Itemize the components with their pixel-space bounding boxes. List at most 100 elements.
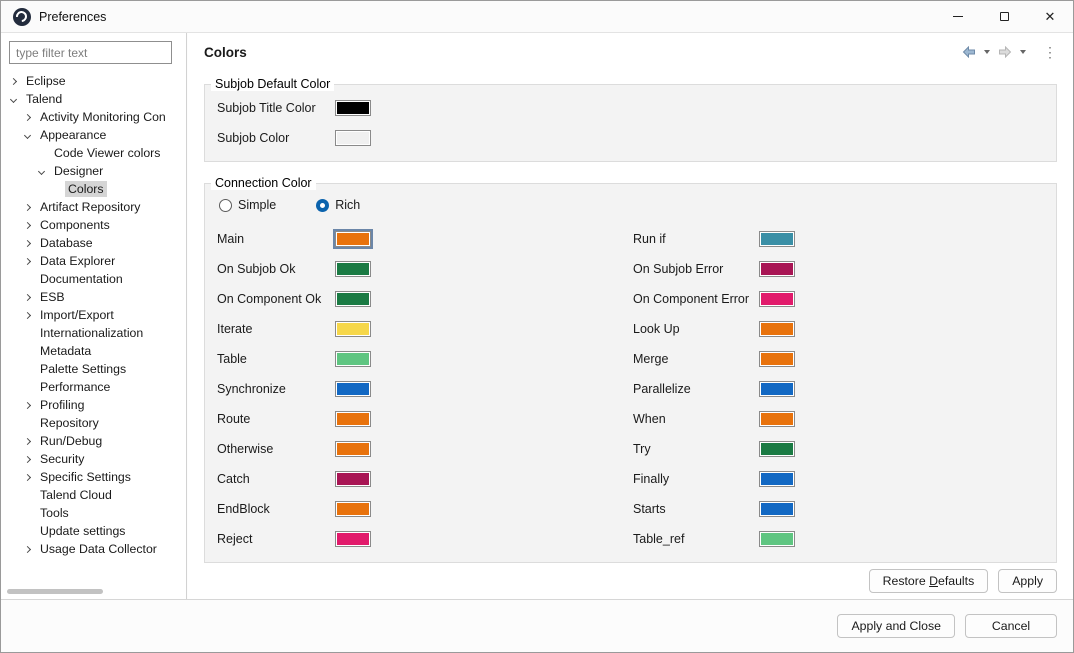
tree-item[interactable]: Profiling bbox=[1, 396, 186, 414]
tree-item[interactable]: Designer bbox=[1, 162, 186, 180]
tree-chevron-icon[interactable] bbox=[23, 293, 32, 301]
tree-item[interactable]: Code Viewer colors bbox=[1, 144, 186, 162]
tree-chevron-icon[interactable] bbox=[23, 455, 32, 463]
tree-item-label: Performance bbox=[40, 380, 111, 394]
color-swatch-button[interactable] bbox=[335, 261, 371, 277]
close-button[interactable]: ✕ bbox=[1027, 1, 1073, 32]
tree-item[interactable]: Palette Settings bbox=[1, 360, 186, 378]
color-swatch-button[interactable] bbox=[759, 501, 795, 517]
tree-item[interactable]: Appearance bbox=[1, 126, 186, 144]
tree-item[interactable]: Colors bbox=[1, 180, 186, 198]
tree-item[interactable]: ESB bbox=[1, 288, 186, 306]
tree-item[interactable]: Security bbox=[1, 450, 186, 468]
color-swatch-button[interactable] bbox=[759, 381, 795, 397]
subjob-rows: Subjob Title Color Subjob Color bbox=[205, 93, 1056, 153]
tree-item[interactable]: Run/Debug bbox=[1, 432, 186, 450]
color-swatch-button[interactable] bbox=[335, 411, 371, 427]
tree-item[interactable]: Data Explorer bbox=[1, 252, 186, 270]
tree-item[interactable]: Performance bbox=[1, 378, 186, 396]
color-swatch-button[interactable] bbox=[759, 471, 795, 487]
color-swatch-button[interactable] bbox=[759, 411, 795, 427]
tree-item[interactable]: Update settings bbox=[1, 522, 186, 540]
color-swatch-button[interactable] bbox=[335, 291, 371, 307]
tree-horizontal-scrollbar[interactable] bbox=[7, 588, 178, 596]
tree-item[interactable]: Components bbox=[1, 216, 186, 234]
color-setting-row: Table_ref bbox=[633, 524, 795, 554]
cancel-button[interactable]: Cancel bbox=[965, 614, 1057, 638]
color-setting-row: On Subjob Ok bbox=[217, 254, 371, 284]
restore-defaults-button[interactable]: Restore Defaults bbox=[868, 569, 989, 593]
tree-chevron-icon[interactable] bbox=[23, 401, 32, 409]
tree-chevron-icon[interactable] bbox=[23, 113, 32, 121]
connection-color-columns: Main On Subjob Ok On Component Ok Iterat… bbox=[205, 218, 1056, 554]
view-menu-icon[interactable]: ⋮ bbox=[1043, 45, 1057, 59]
tree-chevron-icon[interactable] bbox=[37, 167, 46, 175]
tree-item[interactable]: Internationalization bbox=[1, 324, 186, 342]
color-swatch-button[interactable] bbox=[335, 100, 371, 116]
tree-item[interactable]: Import/Export bbox=[1, 306, 186, 324]
tree-chevron-icon[interactable] bbox=[23, 221, 32, 229]
color-swatch-button[interactable] bbox=[335, 471, 371, 487]
tree-chevron-icon[interactable] bbox=[23, 437, 32, 445]
apply-button[interactable]: Apply bbox=[998, 569, 1057, 593]
tree-chevron-icon[interactable] bbox=[23, 545, 32, 553]
tree-chevron-icon[interactable] bbox=[23, 131, 32, 139]
color-setting-label: Otherwise bbox=[217, 442, 274, 456]
color-swatch-button[interactable] bbox=[335, 351, 371, 367]
color-swatch-button[interactable] bbox=[335, 501, 371, 517]
tree-chevron-icon[interactable] bbox=[23, 203, 32, 211]
maximize-button[interactable] bbox=[981, 1, 1027, 32]
minimize-button[interactable] bbox=[935, 1, 981, 32]
tree-item[interactable]: Talend Cloud bbox=[1, 486, 186, 504]
tree-item[interactable]: Metadata bbox=[1, 342, 186, 360]
color-setting-label: Run if bbox=[633, 232, 666, 246]
tree-item[interactable]: Tools bbox=[1, 504, 186, 522]
color-setting-label: EndBlock bbox=[217, 502, 270, 516]
color-swatch-button[interactable] bbox=[759, 441, 795, 457]
tree-item-label: Talend bbox=[26, 92, 63, 106]
tree-item[interactable]: Artifact Repository bbox=[1, 198, 186, 216]
color-swatch-button[interactable] bbox=[335, 531, 371, 547]
color-swatch-button[interactable] bbox=[335, 130, 371, 146]
tree-item[interactable]: Database bbox=[1, 234, 186, 252]
tree-item[interactable]: Specific Settings bbox=[1, 468, 186, 486]
color-swatch-button[interactable] bbox=[335, 381, 371, 397]
tree-item[interactable]: Documentation bbox=[1, 270, 186, 288]
connection-color-group: Connection Color Simple Rich Main On Sub… bbox=[204, 176, 1057, 563]
back-button[interactable] bbox=[961, 44, 977, 60]
color-setting-row: Subjob Title Color bbox=[205, 93, 1056, 123]
radio-simple[interactable] bbox=[219, 198, 232, 212]
color-swatch-button[interactable] bbox=[759, 231, 795, 247]
forward-dropdown-icon[interactable] bbox=[1020, 50, 1026, 54]
scrollbar-thumb[interactable] bbox=[7, 589, 103, 594]
tree-item[interactable]: Activity Monitoring Con bbox=[1, 108, 186, 126]
page-title: Colors bbox=[204, 44, 247, 60]
tree-item[interactable]: Usage Data Collector bbox=[1, 540, 186, 558]
color-setting-row: Table bbox=[217, 344, 371, 374]
tree-item-label: Eclipse bbox=[26, 74, 66, 88]
back-dropdown-icon[interactable] bbox=[984, 50, 990, 54]
tree-chevron-icon[interactable] bbox=[23, 311, 32, 319]
color-swatch-button[interactable] bbox=[759, 261, 795, 277]
apply-and-close-button[interactable]: Apply and Close bbox=[837, 614, 955, 638]
tree-chevron-icon[interactable] bbox=[23, 473, 32, 481]
color-swatch-button[interactable] bbox=[335, 441, 371, 457]
color-swatch-button[interactable] bbox=[335, 321, 371, 337]
tree-chevron-icon[interactable] bbox=[23, 257, 32, 265]
history-nav: ⋮ bbox=[961, 44, 1057, 60]
filter-input[interactable] bbox=[9, 41, 172, 64]
color-swatch-button[interactable] bbox=[759, 351, 795, 367]
tree-item[interactable]: Repository bbox=[1, 414, 186, 432]
tree-chevron-icon[interactable] bbox=[9, 77, 18, 85]
radio-rich[interactable] bbox=[316, 198, 330, 212]
tree-item[interactable]: Eclipse bbox=[1, 72, 186, 90]
tree-chevron-icon[interactable] bbox=[9, 95, 18, 103]
color-swatch-button[interactable] bbox=[759, 531, 795, 547]
tree-chevron-icon[interactable] bbox=[23, 239, 32, 247]
forward-button[interactable] bbox=[997, 44, 1013, 60]
color-swatch-button[interactable] bbox=[335, 231, 371, 247]
tree-item[interactable]: Talend bbox=[1, 90, 186, 108]
color-setting-label: Table bbox=[217, 352, 247, 366]
color-swatch-button[interactable] bbox=[759, 321, 795, 337]
color-swatch-button[interactable] bbox=[759, 291, 795, 307]
